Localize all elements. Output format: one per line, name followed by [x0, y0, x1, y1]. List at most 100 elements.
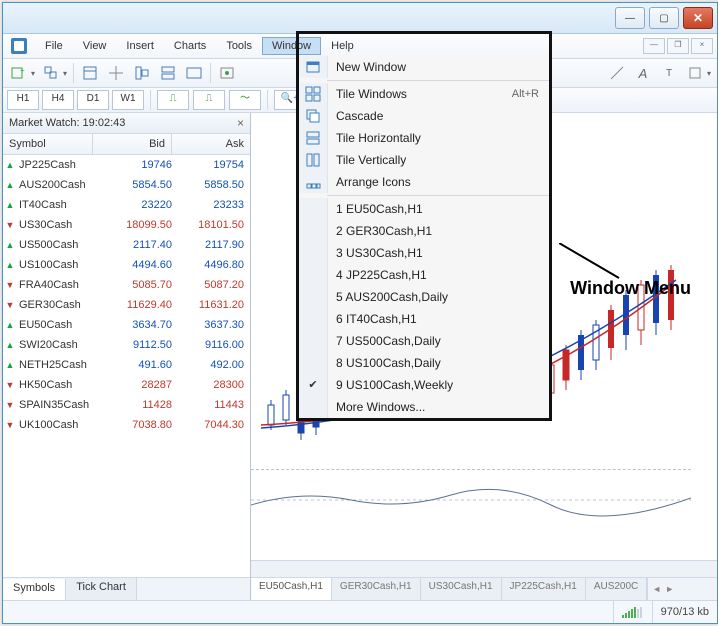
market-watch-row[interactable]: ▼GER30Cash11629.4011631.20: [3, 295, 250, 315]
cascade-icon: [299, 105, 328, 127]
column-symbol[interactable]: Symbol: [3, 134, 93, 154]
menu-item-label: 8 US100Cash,Daily: [328, 356, 539, 370]
market-watch-row[interactable]: ▲SWI20Cash9112.509116.00: [3, 335, 250, 355]
chart-linestyle-button[interactable]: ～: [229, 90, 261, 110]
chevron-down-icon[interactable]: ▾: [707, 62, 713, 84]
column-ask[interactable]: Ask: [172, 134, 250, 154]
maximize-button[interactable]: ▢: [649, 7, 679, 29]
chart-tab[interactable]: EU50Cash,H1: [251, 578, 332, 600]
text-label-button[interactable]: T: [657, 61, 681, 85]
mdi-minimize-button[interactable]: —: [643, 38, 665, 54]
crosshair-button[interactable]: [104, 61, 128, 85]
objects-button[interactable]: [683, 61, 707, 85]
symbol-name: IT40Cash: [17, 199, 106, 211]
menu-item-new-window[interactable]: New Window: [299, 56, 549, 78]
ask-value: 5087.20: [178, 279, 250, 291]
market-watch-row[interactable]: ▼UK100Cash7038.807044.30: [3, 415, 250, 435]
tab-scroll-arrows[interactable]: ◄►: [647, 578, 678, 600]
chevron-left-icon[interactable]: ◄: [652, 584, 661, 594]
menu-window-item[interactable]: 4 JP225Cash,H1: [299, 264, 549, 286]
market-watch-row[interactable]: ▲NETH25Cash491.60492.00: [3, 355, 250, 375]
menu-more-windows[interactable]: More Windows...: [299, 396, 549, 418]
tab-symbols[interactable]: Symbols: [3, 579, 66, 600]
market-watch-row[interactable]: ▲EU50Cash3634.703637.30: [3, 315, 250, 335]
chart-tab[interactable]: JP225Cash,H1: [502, 578, 586, 600]
menu-item-tile-horizontally[interactable]: Tile Horizontally: [299, 127, 549, 149]
menu-view[interactable]: View: [73, 37, 117, 55]
menu-item-cascade[interactable]: Cascade: [299, 105, 549, 127]
connection-status[interactable]: [613, 601, 652, 623]
check-icon: [299, 264, 328, 286]
menu-item-label: More Windows...: [328, 400, 539, 414]
market-watch-row[interactable]: ▲US500Cash2117.402117.90: [3, 235, 250, 255]
menu-item-tile-vertically[interactable]: Tile Vertically: [299, 149, 549, 171]
market-watch-title-text: Market Watch: 19:02:43: [9, 117, 125, 129]
menu-tools[interactable]: Tools: [216, 37, 262, 55]
chevron-down-icon[interactable]: ▾: [63, 62, 69, 84]
chart-tab[interactable]: AUS200C: [586, 578, 647, 600]
menu-window-item[interactable]: 2 GER30Cash,H1: [299, 220, 549, 242]
ask-value: 492.00: [178, 359, 250, 371]
bid-value: 19746: [106, 159, 178, 171]
bid-value: 11629.40: [106, 299, 178, 311]
timeframe-h4[interactable]: H4: [42, 90, 74, 110]
statusbar: 970/13 kb: [3, 600, 717, 623]
market-watch-row[interactable]: ▲AUS200Cash5854.505858.50: [3, 175, 250, 195]
menu-window-item[interactable]: 8 US100Cash,Daily: [299, 352, 549, 374]
bid-value: 18099.50: [106, 219, 178, 231]
menu-window-item[interactable]: 1 EU50Cash,H1: [299, 198, 549, 220]
market-watch-row[interactable]: ▼US30Cash18099.5018101.50: [3, 215, 250, 235]
chevron-down-icon[interactable]: ▾: [31, 62, 37, 84]
menu-window-item[interactable]: 7 US500Cash,Daily: [299, 330, 549, 352]
market-watch-row[interactable]: ▼FRA40Cash5085.705087.20: [3, 275, 250, 295]
tile-v-icon: [299, 149, 328, 171]
bid-value: 23220: [106, 199, 178, 211]
navigator-button[interactable]: [130, 61, 154, 85]
menu-item-label: 9 US100Cash,Weekly: [328, 378, 539, 392]
market-watch-row[interactable]: ▼HK50Cash2828728300: [3, 375, 250, 395]
timeframe-w1[interactable]: W1: [112, 90, 144, 110]
market-watch-row[interactable]: ▲IT40Cash2322023233: [3, 195, 250, 215]
tab-tick-chart[interactable]: Tick Chart: [66, 578, 137, 600]
profiles-button[interactable]: [39, 61, 63, 85]
menu-item-arrange-icons[interactable]: Arrange Icons: [299, 171, 549, 193]
symbol-name: US500Cash: [17, 239, 106, 251]
minimize-button[interactable]: —: [615, 7, 645, 29]
market-watch-row[interactable]: ▼SPAIN35Cash1142811443: [3, 395, 250, 415]
menu-charts[interactable]: Charts: [164, 37, 216, 55]
line-tool-button[interactable]: [605, 61, 629, 85]
new-chart-button[interactable]: +: [7, 61, 31, 85]
mdi-close-button[interactable]: ×: [691, 38, 713, 54]
mdi-restore-button[interactable]: ❐: [667, 38, 689, 54]
new-order-button[interactable]: [215, 61, 239, 85]
direction-up-icon: ▲: [3, 360, 17, 370]
chart-scrollbar[interactable]: [251, 560, 717, 577]
timeframe-h1[interactable]: H1: [7, 90, 39, 110]
panel-close-icon[interactable]: ×: [237, 116, 244, 130]
data-window-button[interactable]: [156, 61, 180, 85]
menu-window-item[interactable]: 6 IT40Cash,H1: [299, 308, 549, 330]
column-bid[interactable]: Bid: [93, 134, 172, 154]
chart-tab[interactable]: US30Cash,H1: [421, 578, 502, 600]
terminal-button[interactable]: [182, 61, 206, 85]
menu-window-item[interactable]: 3 US30Cash,H1: [299, 242, 549, 264]
symbol-name: JP225Cash: [17, 159, 106, 171]
market-watch-row[interactable]: ▲JP225Cash1974619754: [3, 155, 250, 175]
menu-window-item[interactable]: 5 AUS200Cash,Daily: [299, 286, 549, 308]
chevron-right-icon[interactable]: ►: [665, 584, 674, 594]
text-tool-button[interactable]: A: [631, 61, 655, 85]
menu-item-label: 3 US30Cash,H1: [328, 246, 539, 260]
close-button[interactable]: ✕: [683, 7, 713, 29]
direction-down-icon: ▼: [3, 380, 17, 390]
menu-window-item[interactable]: ✔9 US100Cash,Weekly: [299, 374, 549, 396]
chart-candlestyle-button[interactable]: ⎍: [193, 90, 225, 110]
menu-insert[interactable]: Insert: [116, 37, 164, 55]
chart-tab[interactable]: GER30Cash,H1: [332, 578, 421, 600]
market-watch-row[interactable]: ▲US100Cash4494.604496.80: [3, 255, 250, 275]
market-watch-button[interactable]: [78, 61, 102, 85]
symbol-name: SWI20Cash: [17, 339, 106, 351]
timeframe-d1[interactable]: D1: [77, 90, 109, 110]
menu-file[interactable]: File: [35, 37, 73, 55]
chart-barstyle-button[interactable]: ⎍: [157, 90, 189, 110]
menu-item-tile-windows[interactable]: Tile WindowsAlt+R: [299, 83, 549, 105]
